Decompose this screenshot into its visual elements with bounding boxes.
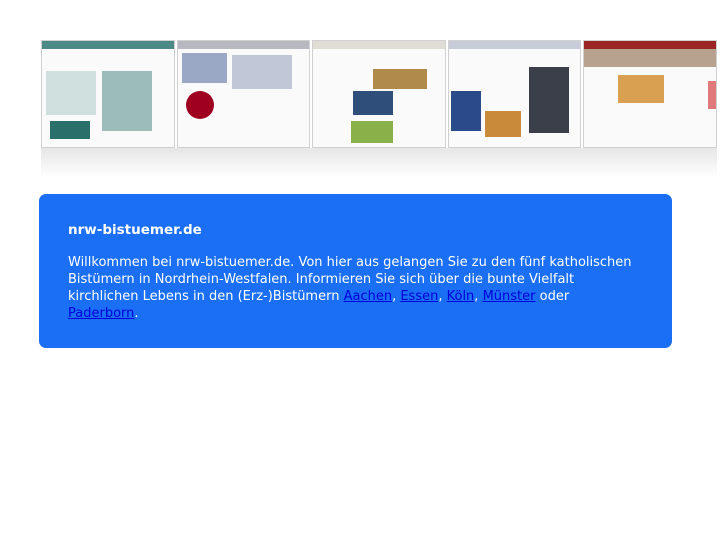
- site-title: nrw-bistuemer.de: [68, 222, 202, 238]
- link-paderborn[interactable]: Paderborn: [68, 306, 134, 321]
- screenshot-bistum-essen[interactable]: [176, 40, 311, 148]
- screenshot-erzbistum-koeln[interactable]: [312, 40, 446, 148]
- intro-panel: nrw-bistuemer.de Willkommen bei nrw-bist…: [39, 194, 672, 348]
- screenshot-erzbistum-paderborn[interactable]: [583, 40, 717, 148]
- header-screenshot-strip: [41, 40, 717, 148]
- separator: ,: [474, 289, 483, 304]
- sentence-end: .: [134, 306, 139, 321]
- link-muenster[interactable]: Münster: [483, 289, 536, 304]
- conjunction: oder: [535, 289, 570, 304]
- screenshot-reflection: [41, 148, 717, 178]
- link-koeln[interactable]: Köln: [447, 289, 475, 304]
- link-aachen[interactable]: Aachen: [344, 289, 392, 304]
- link-essen[interactable]: Essen: [400, 289, 438, 304]
- separator: ,: [438, 289, 447, 304]
- intro-text: Willkommen bei nrw-bistuemer.de. Von hie…: [68, 254, 643, 322]
- screenshot-bistum-muenster[interactable]: [447, 40, 582, 148]
- screenshot-bistum-aachen[interactable]: [41, 40, 175, 148]
